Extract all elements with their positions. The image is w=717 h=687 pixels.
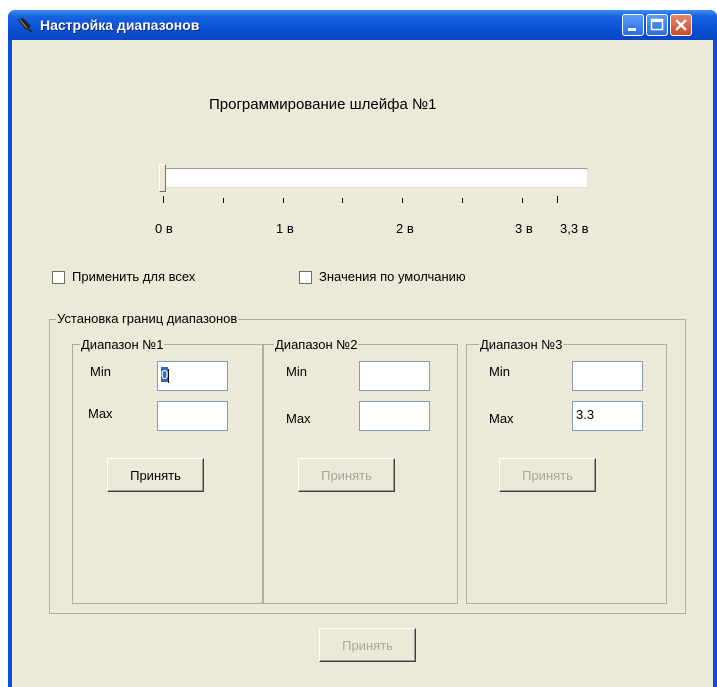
slider-tick <box>522 198 523 203</box>
range-1-max-input[interactable] <box>157 401 228 431</box>
slider-tick <box>402 198 403 203</box>
range-2-min-label: Min <box>286 364 307 379</box>
range-3-min-label: Min <box>489 364 510 379</box>
maximize-icon <box>650 18 664 31</box>
range-2-max-input[interactable] <box>359 401 430 431</box>
range-3-max-input[interactable]: 3.3 <box>572 401 643 431</box>
slider-tick <box>462 198 463 203</box>
minimize-button[interactable] <box>622 14 644 36</box>
slider-tick <box>283 198 284 203</box>
range-1-legend: Диапазон №1 <box>80 337 165 352</box>
range-2-legend: Диапазон №2 <box>274 337 359 352</box>
slider-tick <box>163 196 164 203</box>
close-button[interactable] <box>670 14 692 36</box>
slider-tick <box>223 198 224 203</box>
range-3-accept-button[interactable]: Принять <box>499 458 596 492</box>
range-1-min-value: 0 <box>161 367 169 382</box>
tick-label-2: 2 в <box>396 221 414 236</box>
defaults-checkbox[interactable] <box>299 271 312 284</box>
tick-label-0: 0 в <box>155 221 173 236</box>
app-icon <box>18 18 33 33</box>
minimize-icon <box>628 28 636 31</box>
text-caret <box>168 368 170 383</box>
range-2-max-label: Max <box>286 411 311 426</box>
defaults-label: Значения по умолчанию <box>319 269 466 284</box>
close-icon <box>675 19 687 31</box>
tick-label-3: 3 в <box>515 221 533 236</box>
range-1-min-input[interactable]: 0 <box>157 361 228 391</box>
range-2-min-input[interactable] <box>359 361 430 391</box>
tick-label-1: 1 в <box>276 221 294 236</box>
range-1-min-label: Min <box>90 364 111 379</box>
main-accept-button[interactable]: Принять <box>319 628 416 662</box>
tick-label-4: 3,3 в <box>560 221 589 236</box>
voltage-slider-thumb[interactable] <box>159 164 166 192</box>
apply-all-checkbox[interactable] <box>52 271 65 284</box>
title-bar[interactable]: Настройка диапазонов <box>8 10 717 40</box>
settings-window: Настройка диапазонов Программирование шл… <box>8 10 717 687</box>
slider-tick <box>557 196 558 203</box>
range-3-max-label: Max <box>489 411 514 426</box>
window-title: Настройка диапазонов <box>40 17 200 33</box>
voltage-slider-track[interactable] <box>161 168 588 188</box>
range-1-max-label: Max <box>88 406 113 421</box>
apply-all-label: Применить для всех <box>72 269 196 284</box>
dialog-client-area: Программирование шлейфа №1 0 в 1 в 2 в 3… <box>12 40 713 687</box>
slider-tick <box>342 198 343 203</box>
bounds-group-legend: Установка границ диапазонов <box>56 311 239 326</box>
slider-heading: Программирование шлейфа №1 <box>209 96 437 113</box>
range-1-accept-button[interactable]: Принять <box>107 458 204 492</box>
maximize-button[interactable] <box>646 14 668 36</box>
range-2-accept-button[interactable]: Принять <box>298 458 395 492</box>
range-3-legend: Диапазон №3 <box>479 337 564 352</box>
range-3-max-value: 3.3 <box>576 407 595 422</box>
range-3-min-input[interactable] <box>572 361 643 391</box>
